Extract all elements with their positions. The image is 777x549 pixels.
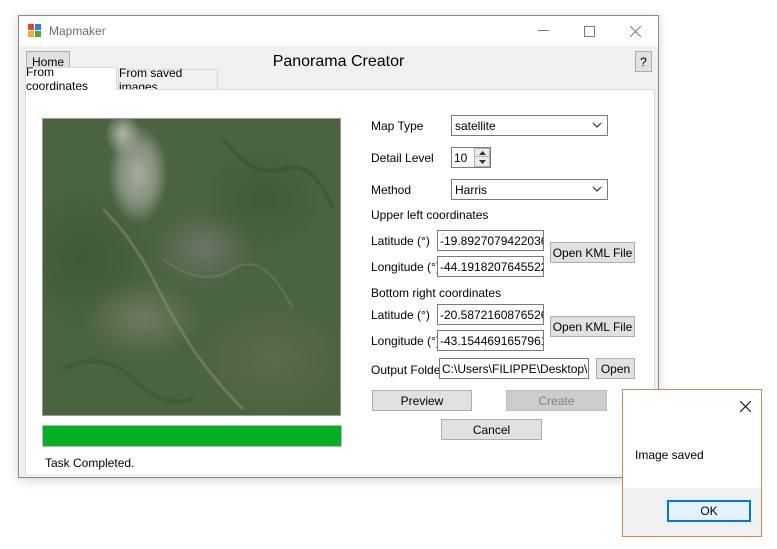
help-button[interactable]: ? [635,51,652,72]
dialog-footer: OK [623,488,761,536]
chevron-down-icon [592,186,602,192]
minimize-button[interactable] [520,16,566,46]
close-icon [739,400,751,412]
method-label: Method [371,183,412,197]
spin-down-icon[interactable] [474,157,490,167]
message-dialog: Image saved OK [622,389,762,537]
method-select[interactable]: Harris [451,179,608,200]
tab-from-coordinates[interactable]: From coordinates [25,65,117,93]
progress-bar [42,425,342,447]
spin-up-icon[interactable] [474,148,490,157]
close-button[interactable] [612,16,658,46]
open-folder-button[interactable]: Open [596,358,635,379]
upper-latitude-label: Latitude (°) [371,234,430,248]
bottom-right-heading: Bottom right coordinates [371,286,502,300]
upper-longitude-label: Longitude (°) [371,260,440,274]
chevron-down-icon [592,122,602,128]
map-type-label: Map Type [371,119,424,133]
minimize-icon [537,30,549,31]
dialog-close-button[interactable] [735,396,755,416]
tab-from-saved-images[interactable]: From saved images [118,66,218,94]
lower-latitude-label: Latitude (°) [371,308,430,322]
output-folder-input[interactable]: C:\Users\FILIPPE\Desktop\ac [439,358,589,379]
lower-latitude-input[interactable]: -20.58721608765265 [437,304,544,325]
spinner-buttons[interactable] [474,148,490,167]
app-icon [28,24,41,37]
preview-button[interactable]: Preview [372,390,472,411]
upper-left-heading: Upper left coordinates [371,208,489,222]
map-type-select[interactable]: satellite [451,115,608,136]
map-preview [42,118,341,416]
output-folder-label: Output Folder [371,363,445,377]
window-title: Mapmaker [49,24,106,38]
status-text: Task Completed. [45,456,135,470]
upper-latitude-input[interactable]: -19.89270794220364 [437,230,544,251]
create-button[interactable]: Create [506,390,607,411]
maximize-icon [583,25,595,37]
lower-longitude-label: Longitude (°) [371,334,440,348]
open-kml-upper-button[interactable]: Open KML File [550,242,635,263]
open-kml-lower-button[interactable]: Open KML File [550,316,635,337]
ok-button[interactable]: OK [667,500,751,522]
cancel-button[interactable]: Cancel [441,419,542,440]
title-bar: Mapmaker [19,16,658,46]
method-value: Harris [455,182,487,197]
close-icon [629,25,641,37]
detail-level-label: Detail Level [371,151,434,165]
lower-longitude-input[interactable]: -43.15446916579614 [437,330,544,351]
detail-level-value: 10 [454,150,468,165]
map-type-value: satellite [455,118,496,133]
dialog-message: Image saved [635,448,704,462]
progress-fill [43,426,341,446]
map-texture [62,137,335,411]
maximize-button[interactable] [566,16,612,46]
upper-longitude-input[interactable]: -44.1918207645522 [437,256,544,277]
